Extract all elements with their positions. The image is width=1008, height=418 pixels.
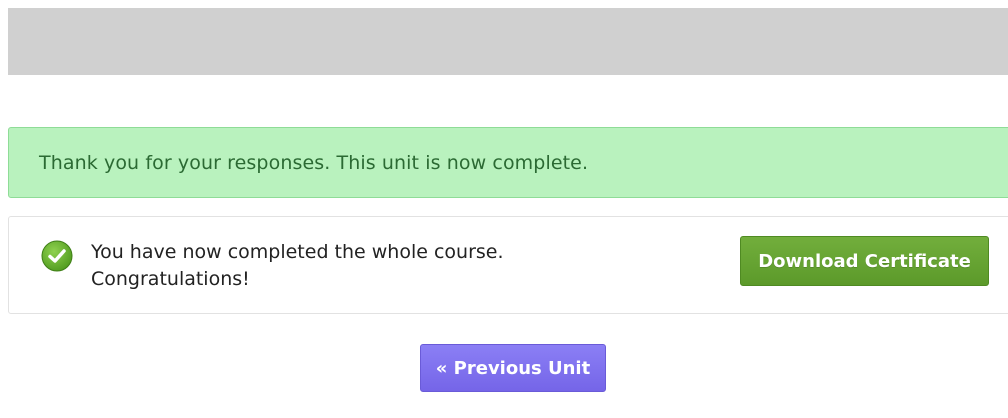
previous-unit-button[interactable]: « Previous Unit (420, 344, 606, 392)
completion-line-1: You have now completed the whole course. (91, 241, 504, 263)
header-bar (8, 8, 1008, 75)
alert-message: Thank you for your responses. This unit … (39, 151, 589, 174)
completion-message: You have now completed the whole course.… (91, 239, 611, 293)
completion-line-2: Congratulations! (91, 268, 250, 290)
download-certificate-button[interactable]: Download Certificate (740, 236, 989, 286)
checkmark-circle-icon (41, 240, 73, 272)
course-complete-panel: You have now completed the whole course.… (8, 216, 1008, 314)
success-alert: Thank you for your responses. This unit … (8, 127, 1008, 198)
